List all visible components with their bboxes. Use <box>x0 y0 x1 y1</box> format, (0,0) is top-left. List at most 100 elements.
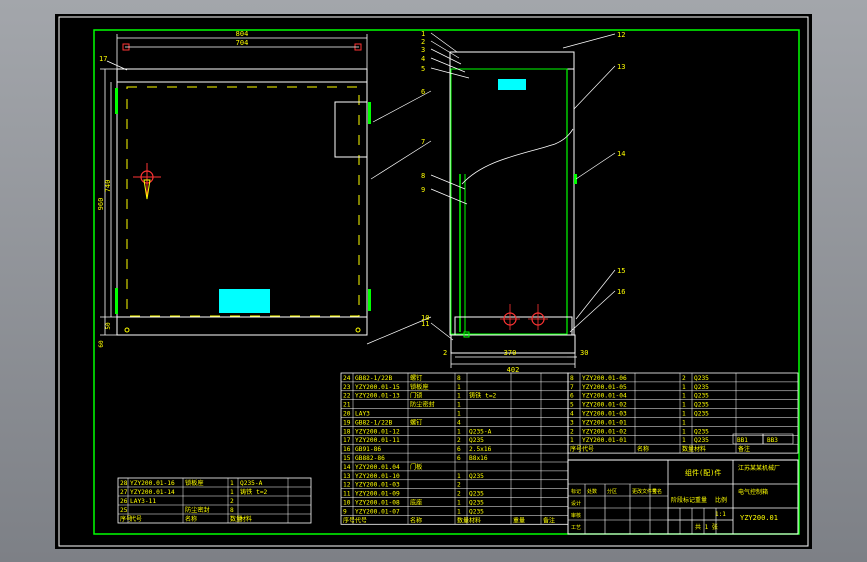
bom-mid-cell-material: Q235 <box>469 437 484 444</box>
bom-right-cell-material: Q235 <box>694 437 709 444</box>
bom-right-cell-no: 5 <box>570 402 574 409</box>
bom-left-header-material: 材料 <box>240 515 252 523</box>
bom-mid-cell-no: 13 <box>343 473 351 480</box>
side-box <box>334 101 368 158</box>
bom-mid-cell-name: 防尘密封 <box>410 401 435 409</box>
bom-right-cell-qty: 1 <box>682 411 686 418</box>
side-callouts: 12345678910111213141516 <box>366 30 625 345</box>
bom-mid-cell-qty: 1 <box>457 500 461 507</box>
drawing-canvas[interactable]: 804 704 960 740 60 50 17 402 370 30 2 12… <box>55 14 812 549</box>
bom-mid-cell-no: 21 <box>343 402 351 409</box>
callout-3: 3 <box>421 46 425 54</box>
side-base <box>454 316 573 336</box>
lock-handle <box>133 163 161 200</box>
dim-bottom-b: 50 <box>105 322 112 330</box>
title-role-design: 设计 <box>571 500 581 507</box>
bom-mid-cell-qty: 2 <box>457 437 461 444</box>
callout-5: 5 <box>421 65 425 73</box>
bom-mid-cell-code: LAY3 <box>355 411 370 418</box>
bom-right-cell-qty: 1 <box>682 419 686 426</box>
bom-left-header-code: 代号 <box>130 515 142 523</box>
callout-6: 6 <box>421 88 425 96</box>
bom-left-cell-material: 铸铁 t=2 <box>240 488 268 496</box>
bom-left-header-name: 名称 <box>185 515 197 523</box>
bom-mid-cell-qty: 1 <box>457 428 461 435</box>
bom-right-cell-no: 3 <box>570 419 574 426</box>
bom-mid-cell-material: 铸铁 t=2 <box>469 392 497 400</box>
bom-left-cell-no: 28 <box>120 480 128 487</box>
bom-right-header-remark: 备注 <box>738 445 750 453</box>
bom-mid-cell-no: 18 <box>343 428 351 435</box>
bom-mid-cell-no: 14 <box>343 464 351 471</box>
bom-mid-cell-name: 门锁 <box>410 392 422 400</box>
bom-right-cell-qty: 1 <box>682 428 686 435</box>
callout-2: 2 <box>421 38 425 46</box>
callout-leader-15 <box>575 269 616 320</box>
bom-right-cell-qty: 1 <box>682 393 686 400</box>
title-sig-count: 处数 <box>587 488 597 495</box>
bom-mid-cell-code: YZY200.01-12 <box>355 428 400 435</box>
small-box-2-label: BB3 <box>767 437 778 444</box>
bom-right-cell-no: 1 <box>570 437 574 444</box>
bom-right-header-material: 材料 <box>694 445 706 453</box>
bom-mid-cell-qty: 6 <box>457 446 461 453</box>
bom-mid-header-code: 代号 <box>355 516 367 524</box>
bom-right-cell-qty: 1 <box>682 384 686 391</box>
title-block-scale: 1:1 <box>715 511 726 518</box>
bom-left-cell-code: YZY200.01-16 <box>130 480 175 487</box>
hinge-bottom <box>115 288 118 314</box>
bom-mid-cell-name: 门板 <box>410 463 422 471</box>
nameplate <box>219 289 270 313</box>
bom-mid-cell-name: 螺钉 <box>410 418 422 426</box>
title-role-review: 审核 <box>571 512 581 519</box>
bom-right-cell-material: Q235 <box>694 428 709 435</box>
bom-left-cell-qty: 2 <box>230 498 234 505</box>
callout-14: 14 <box>617 150 625 158</box>
callout-leader-9 <box>430 188 468 205</box>
title-block-ratio: 比例 <box>715 496 727 504</box>
bom-right-header-name: 名称 <box>637 445 649 453</box>
bom-right-cell-code: YZY200.01-02 <box>582 402 627 409</box>
bom-right-cell-code: YZY200.01-05 <box>582 384 627 391</box>
bom-mid-cell-no: 24 <box>343 375 351 382</box>
callout-leader-12 <box>562 33 616 49</box>
bom-mid-cell-code: YZY200.01.04 <box>355 464 400 471</box>
break-line <box>461 128 574 185</box>
callout-leader-14 <box>575 152 616 180</box>
cad-viewport[interactable]: 804 704 960 740 60 50 17 402 370 30 2 1 … <box>0 0 867 562</box>
dim-width-total: 804 <box>236 30 249 38</box>
title-block-company: 江苏某某机械厂 <box>738 464 780 472</box>
bom-mid-cell-qty: 1 <box>457 393 461 400</box>
title-block-stage: 阶段标记 <box>671 496 695 504</box>
bom-mid-cell-code: YZY200.01-10 <box>355 473 400 480</box>
bom-right-header-no: 序号 <box>570 445 582 453</box>
bom-mid-cell-qty: 4 <box>457 419 461 426</box>
bom-left-cell-qty: 1 <box>230 489 234 496</box>
bom-mid-cell-qty: 1 <box>457 473 461 480</box>
side-dim-offset: 30 <box>580 349 588 357</box>
dim-width-inner: 704 <box>236 39 249 47</box>
callout-11: 11 <box>421 320 429 328</box>
bom-mid-cell-no: 16 <box>343 446 351 453</box>
bom-mid-cell-material: Q235-A <box>469 428 492 435</box>
small-box-1-label: BB1 <box>737 437 748 444</box>
bom-right-cell-code: YZY200.01-03 <box>582 411 627 418</box>
title-sig-zone: 分区 <box>607 488 617 495</box>
callout-leader-13 <box>573 65 616 110</box>
bom-mid-cell-material: Q235 <box>469 491 484 498</box>
bom-left-cell-material: Q235-A <box>240 480 263 487</box>
bom-mid-cell-material: Q235 <box>469 508 484 515</box>
bom-right-cell-code: YZY200.01-01 <box>582 419 627 426</box>
bom-mid-cell-qty: 1 <box>457 508 461 515</box>
bom-table-left: 28 YZY200.01-16 锁板座 1 Q235-A27 YZY200.01-14 1 铸… <box>117 477 312 524</box>
door-hidden-outline <box>126 86 360 317</box>
bom-mid-cell-no: 23 <box>343 384 351 391</box>
callout-12: 12 <box>617 31 625 39</box>
callout-17: 17 <box>99 55 107 63</box>
bom-table-right: 8 YZY200.01-06 2 Q235 7 YZY200.01-05 1 Q235 6 YZY… <box>567 372 799 454</box>
side-nameplate <box>498 79 526 90</box>
bom-mid-cell-no: 19 <box>343 419 351 426</box>
bom-mid-cell-no: 15 <box>343 455 351 462</box>
title-block-title: 组件(配)件 <box>685 468 721 477</box>
bom-mid-cell-no: 20 <box>343 411 351 418</box>
